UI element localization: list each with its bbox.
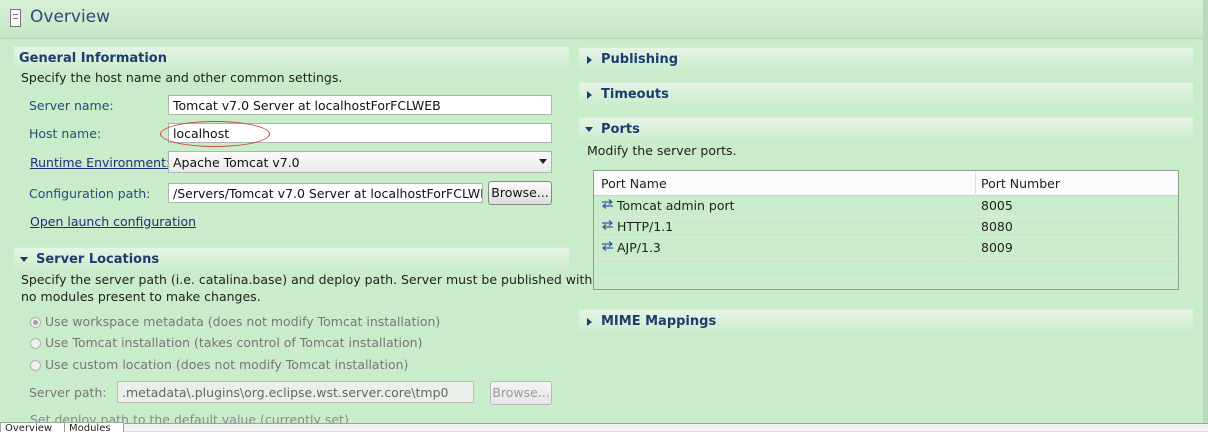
port-icon <box>602 199 613 209</box>
server-path-input[interactable]: .metadata\.plugins\org.eclipse.wst.serve… <box>117 381 474 403</box>
locations-description-line2: no modules present to make changes. <box>21 289 261 304</box>
custom-location-radio[interactable] <box>30 360 41 371</box>
port-name-cell: HTTP/1.1 <box>617 219 674 234</box>
column-header-port-name[interactable]: Port Name <box>601 176 667 191</box>
ports-title: Ports <box>601 122 640 137</box>
server-locations-title: Server Locations <box>36 252 160 267</box>
port-number-cell[interactable]: 8005 <box>981 198 1013 213</box>
runtime-environment-link[interactable]: Runtime Environment: <box>30 155 170 170</box>
editor-title-bar: Overview <box>0 0 1208 39</box>
server-path-label: Server path: <box>29 385 107 400</box>
workspace-metadata-radio[interactable] <box>30 317 41 328</box>
timeouts-title: Timeouts <box>601 87 669 102</box>
configuration-path-label: Configuration path: <box>29 186 151 201</box>
host-name-label: Host name: <box>29 126 102 141</box>
highlight-annotation <box>160 121 270 147</box>
ports-table-header: Port Name Port Number <box>594 171 1178 196</box>
server-name-label: Server name: <box>29 98 114 113</box>
publishing-title: Publishing <box>601 52 679 67</box>
publishing-header[interactable]: Publishing <box>579 47 1193 72</box>
expand-triangle-icon <box>587 318 592 326</box>
ports-description: Modify the server ports. <box>587 143 737 158</box>
server-locations-header[interactable]: Server Locations <box>14 247 569 272</box>
expand-triangle-icon <box>587 91 592 99</box>
port-name-cell: AJP/1.3 <box>617 240 661 255</box>
mime-mappings-header[interactable]: MIME Mappings <box>579 309 1193 334</box>
workspace-metadata-label: Use workspace metadata (does not modify … <box>45 314 441 329</box>
expand-triangle-icon <box>587 56 592 64</box>
tomcat-installation-label: Use Tomcat installation (takes control o… <box>45 335 423 350</box>
custom-location-label: Use custom location (does not modify Tom… <box>45 357 409 372</box>
configuration-path-input[interactable]: /Servers/Tomcat v7.0 Server at localhost… <box>168 183 483 203</box>
runtime-environment-value: Apache Tomcat v7.0 <box>173 155 300 170</box>
server-name-input[interactable]: Tomcat v7.0 Server at localhostForFCLWEB <box>168 95 552 115</box>
ports-header[interactable]: Ports <box>579 117 1193 142</box>
page-title: Overview <box>30 7 111 27</box>
tab-overview[interactable]: Overview <box>0 422 65 432</box>
column-header-port-number[interactable]: Port Number <box>981 176 1060 191</box>
collapse-triangle-icon <box>585 127 593 132</box>
open-launch-configuration-link[interactable]: Open launch configuration <box>30 214 196 229</box>
general-information-header: General Information <box>14 46 569 71</box>
general-information-title: General Information <box>19 51 167 66</box>
mime-mappings-title: MIME Mappings <box>601 314 717 329</box>
locations-description-line1: Specify the server path (i.e. catalina.b… <box>21 272 593 287</box>
collapse-triangle-icon <box>20 257 28 262</box>
port-number-cell[interactable]: 8080 <box>981 219 1013 234</box>
port-icon <box>602 241 613 251</box>
configuration-browse-button[interactable]: Browse... <box>488 181 552 205</box>
editor-scroll-edge <box>1203 0 1208 430</box>
general-description: Specify the host name and other common s… <box>21 70 343 85</box>
timeouts-header[interactable]: Timeouts <box>579 82 1193 107</box>
port-number-cell[interactable]: 8009 <box>981 240 1013 255</box>
tomcat-installation-radio[interactable] <box>30 338 41 349</box>
ports-table[interactable]: Port Name Port Number Tomcat admin port … <box>593 170 1179 290</box>
server-path-browse-button[interactable]: Browse... <box>490 381 552 405</box>
port-name-cell: Tomcat admin port <box>617 198 735 213</box>
runtime-environment-select[interactable]: Apache Tomcat v7.0 <box>168 151 552 173</box>
chevron-down-icon <box>539 159 547 164</box>
port-icon <box>602 220 613 230</box>
tab-modules[interactable]: Modules <box>64 422 124 432</box>
server-editor-icon <box>10 9 21 27</box>
